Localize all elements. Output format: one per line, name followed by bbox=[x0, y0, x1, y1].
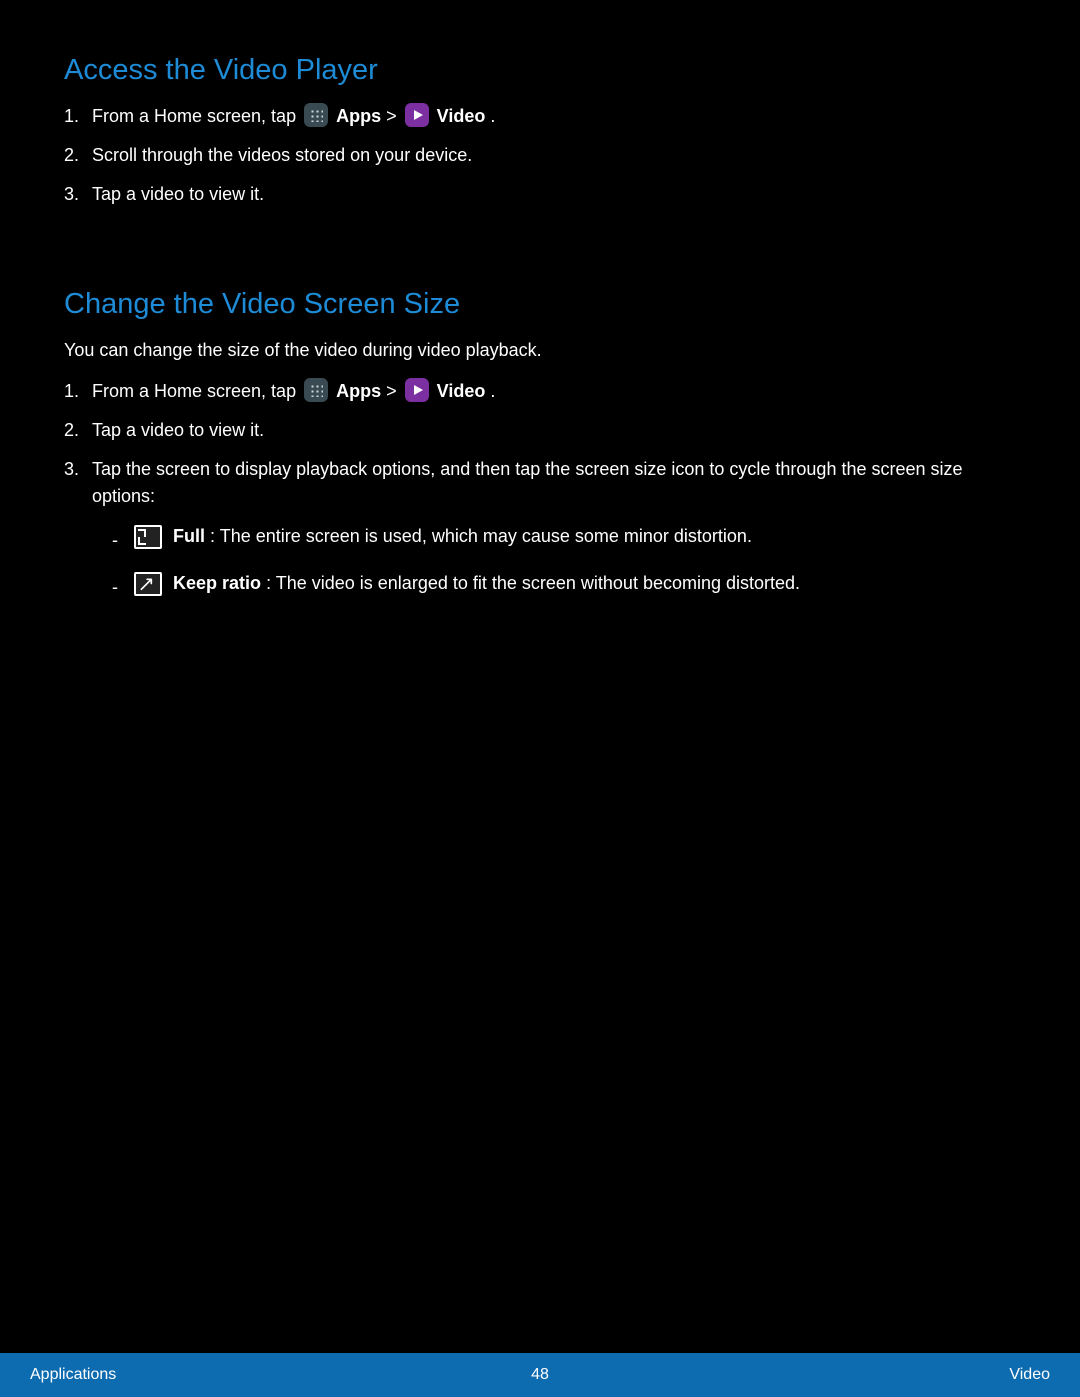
apps-icon bbox=[304, 378, 328, 402]
step-text: Tap a video to view it. bbox=[92, 420, 264, 440]
option-full: - Full : The entire screen is used, whic… bbox=[64, 522, 1016, 551]
step-number: 3. bbox=[64, 181, 79, 208]
option-label: Full bbox=[173, 526, 205, 546]
option-text: : The entire screen is used, which may c… bbox=[210, 526, 752, 546]
apps-label: Apps bbox=[336, 106, 381, 126]
keep-ratio-icon bbox=[134, 572, 162, 596]
option-keep-ratio: - Keep ratio : The video is enlarged to … bbox=[64, 569, 1016, 598]
step-number: 1. bbox=[64, 378, 79, 405]
video-icon bbox=[405, 103, 429, 127]
step-text-post: . bbox=[490, 106, 495, 126]
step-3b: 3. Tap the screen to display playback op… bbox=[64, 456, 1016, 510]
step-text-pre: From a Home screen, tap bbox=[92, 106, 301, 126]
step-number: 2. bbox=[64, 142, 79, 169]
apps-icon bbox=[304, 103, 328, 127]
dash-mark: - bbox=[112, 573, 118, 602]
step-3a: 3. Tap a video to view it. bbox=[64, 181, 1016, 208]
intro-paragraph: You can change the size of the video dur… bbox=[64, 337, 1016, 364]
step-1b: 1. From a Home screen, tap Apps > Video … bbox=[64, 378, 1016, 405]
video-label: Video bbox=[437, 106, 486, 126]
video-icon bbox=[405, 378, 429, 402]
footer-right: Video bbox=[1009, 1366, 1050, 1384]
footer-left: Applications bbox=[30, 1366, 116, 1384]
step-number: 1. bbox=[64, 103, 79, 130]
step-number: 3. bbox=[64, 456, 79, 483]
step-2a: 2. Scroll through the videos stored on y… bbox=[64, 142, 1016, 169]
step-number: 2. bbox=[64, 417, 79, 444]
step-2b: 2. Tap a video to view it. bbox=[64, 417, 1016, 444]
footer-page-number: 48 bbox=[531, 1366, 549, 1384]
step-text: Scroll through the videos stored on your… bbox=[92, 145, 472, 165]
step-text: Tap a video to view it. bbox=[92, 184, 264, 204]
step-text-post: . bbox=[490, 381, 495, 401]
heading-change-video-screen-size: Change the Video Screen Size bbox=[64, 288, 1016, 321]
page-footer: Applications 48 Video bbox=[0, 1353, 1080, 1397]
option-label: Keep ratio bbox=[173, 573, 261, 593]
video-label: Video bbox=[437, 381, 486, 401]
step-1a: 1. From a Home screen, tap Apps > Video … bbox=[64, 103, 1016, 130]
heading-access-video-player: Access the Video Player bbox=[64, 54, 1016, 87]
step-text-mid: > bbox=[386, 381, 402, 401]
step-text: Tap the screen to display playback optio… bbox=[92, 459, 963, 506]
dash-mark: - bbox=[112, 526, 118, 555]
option-text: : The video is enlarged to fit the scree… bbox=[266, 573, 800, 593]
fullscreen-icon bbox=[134, 525, 162, 549]
step-text-mid: > bbox=[386, 106, 402, 126]
step-text-pre: From a Home screen, tap bbox=[92, 381, 301, 401]
apps-label: Apps bbox=[336, 381, 381, 401]
